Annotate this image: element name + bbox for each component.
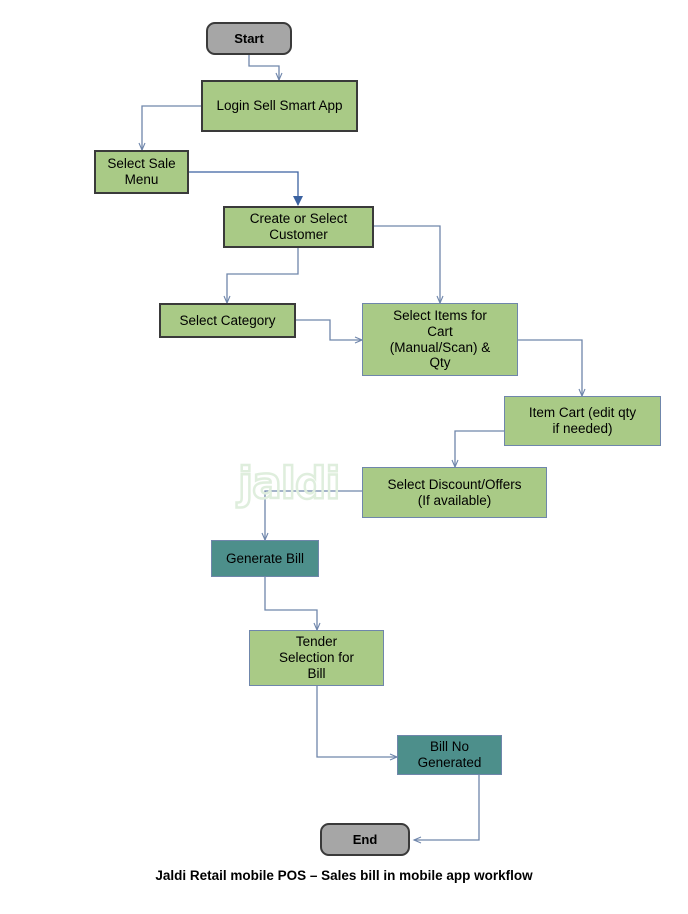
jaldi-watermark: jaldi <box>237 458 342 509</box>
node-select-items-for-cart[interactable]: Select Items for Cart (Manual/Scan) & Qt… <box>362 303 518 376</box>
edge-customer-category <box>223 248 299 305</box>
node-item-cart[interactable]: Item Cart (edit qty if needed) <box>504 396 661 446</box>
edge-sale-menu-customer <box>189 171 303 206</box>
node-select-sale-menu[interactable]: Select Sale Menu <box>94 150 189 194</box>
edge-customer-items <box>374 225 444 305</box>
edge-start-login <box>248 55 283 82</box>
edge-login-sale-menu <box>138 105 201 152</box>
node-start[interactable]: Start <box>206 22 292 55</box>
node-tender-selection-for-bill[interactable]: Tender Selection for Bill <box>249 630 384 686</box>
edge-item-cart-discount <box>451 430 504 469</box>
edge-items-item-cart <box>518 339 586 398</box>
node-bill-no-generated[interactable]: Bill No Generated <box>397 735 502 775</box>
diagram-caption: Jaldi Retail mobile POS – Sales bill in … <box>155 868 533 883</box>
edge-bill-no-end <box>412 775 480 844</box>
edge-category-items <box>296 319 364 344</box>
node-login-sell-smart-app[interactable]: Login Sell Smart App <box>201 80 358 132</box>
node-end[interactable]: End <box>320 823 410 856</box>
node-generate-bill[interactable]: Generate Bill <box>211 540 319 577</box>
edge-generate-tender <box>264 577 321 632</box>
flowchart-connectors <box>138 55 586 844</box>
node-select-discount-offers[interactable]: Select Discount/Offers (If available) <box>362 467 547 518</box>
node-select-category[interactable]: Select Category <box>159 303 296 338</box>
edge-tender-bill-no <box>316 686 399 761</box>
flowchart-canvas: Start Login Sell Smart App Select Sale M… <box>0 0 688 914</box>
node-create-or-select-customer[interactable]: Create or Select Customer <box>223 206 374 248</box>
